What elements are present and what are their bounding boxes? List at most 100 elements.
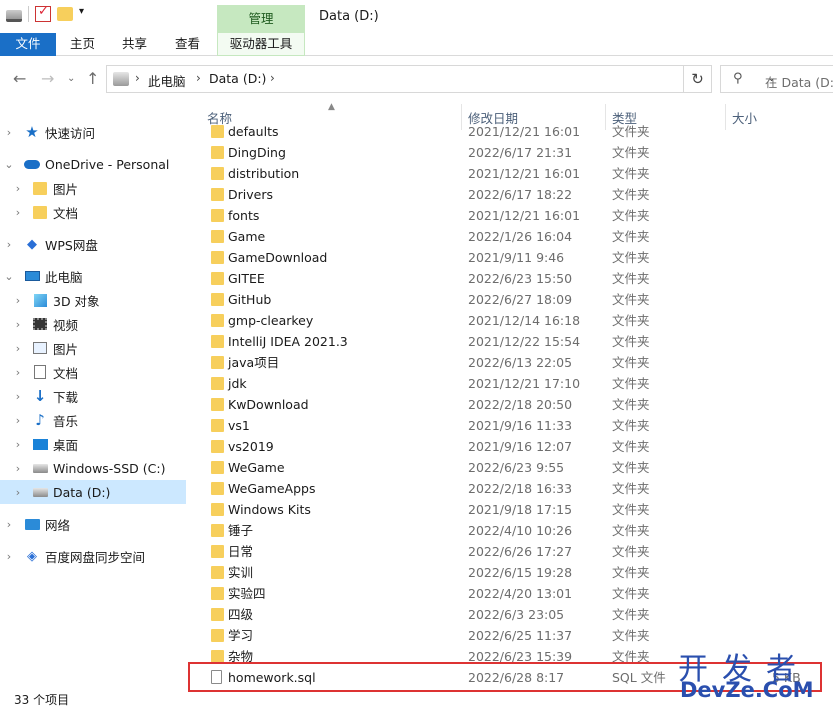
sidebar-item-onedrive-documents[interactable]: › 文档 [0, 200, 186, 224]
sidebar-item-label: 视频 [53, 317, 79, 333]
folder-row[interactable]: GameDownload 2021/9/11 9:46 文件夹 [190, 247, 833, 268]
chevron-right-icon[interactable]: › [196, 71, 201, 85]
sidebar-item-onedrive-pictures[interactable]: › 图片 [0, 176, 186, 200]
folder-row[interactable]: 学习 2022/6/25 11:37 文件夹 [190, 625, 833, 646]
folder-row[interactable]: KwDownload 2022/2/18 20:50 文件夹 [190, 394, 833, 415]
folder-row[interactable]: 实验四 2022/4/20 13:01 文件夹 [190, 583, 833, 604]
folder-row[interactable]: GITEE 2022/6/23 15:50 文件夹 [190, 268, 833, 289]
chevron-right-icon[interactable]: › [13, 294, 23, 307]
address-bar[interactable]: › 此电脑 › Data (D:) › ⌄ [106, 65, 776, 93]
sidebar-item-downloads[interactable]: › ↓ 下载 [0, 384, 186, 408]
window-title: Data (D:) [319, 9, 379, 24]
sidebar-item-quick-access[interactable]: › ★ 快速访问 [0, 120, 186, 144]
sidebar-item-label: 图片 [53, 341, 79, 357]
search-placeholder: 在 Data (D:) [765, 75, 833, 90]
sidebar-item-documents[interactable]: › 文档 [0, 360, 186, 384]
folder-icon [211, 335, 224, 348]
file-type: 文件夹 [612, 229, 650, 244]
folder-row[interactable]: Windows Kits 2021/9/18 17:15 文件夹 [190, 499, 833, 520]
file-date-modified: 2022/6/13 22:05 [468, 355, 573, 370]
sidebar-item-label: 音乐 [53, 413, 79, 429]
sidebar-item-wps-cloud[interactable]: › ◆ WPS网盘 [0, 232, 186, 256]
chevron-right-icon[interactable]: › [13, 414, 23, 427]
up-arrow-icon[interactable]: ↑ [86, 69, 99, 88]
folder-row[interactable]: jdk 2021/12/21 17:10 文件夹 [190, 373, 833, 394]
folder-row[interactable]: gmp-clearkey 2021/12/14 16:18 文件夹 [190, 310, 833, 331]
properties-icon[interactable] [35, 4, 51, 22]
file-type: 文件夹 [612, 460, 650, 475]
breadcrumb-this-pc[interactable]: 此电脑 [148, 71, 186, 90]
sidebar-item-onedrive[interactable]: ⌄ OneDrive - Personal [0, 152, 186, 176]
tab-manage[interactable]: 管理 [217, 5, 305, 33]
navigation-pane: › ★ 快速访问 ⌄ OneDrive - Personal › 图片 › 文档… [0, 102, 186, 682]
folder-row[interactable]: fonts 2021/12/21 16:01 文件夹 [190, 205, 833, 226]
back-arrow-icon[interactable]: ← [13, 69, 26, 88]
chevron-right-icon[interactable]: › [4, 238, 14, 251]
chevron-right-icon[interactable]: › [135, 71, 140, 85]
chevron-right-icon[interactable]: › [13, 390, 23, 403]
chevron-right-icon[interactable]: › [13, 462, 23, 475]
folder-icon [211, 293, 224, 306]
search-input[interactable]: ⚲ 在 Data (D:) [720, 65, 833, 93]
sidebar-item-desktop[interactable]: › 桌面 [0, 432, 186, 456]
sidebar-item-baidu-sync[interactable]: › ◈ 百度网盘同步空间 [0, 544, 186, 568]
chevron-down-icon[interactable]: ⌄ [4, 158, 14, 171]
recent-locations-chevron-icon[interactable]: ⌄ [67, 73, 75, 84]
new-folder-icon[interactable] [57, 7, 73, 21]
folder-row[interactable]: vs1 2021/9/16 11:33 文件夹 [190, 415, 833, 436]
customize-toolbar-icon[interactable]: ▾ [79, 6, 89, 22]
chevron-right-icon[interactable]: › [13, 366, 23, 379]
chevron-right-icon[interactable]: › [13, 182, 23, 195]
tab-drive-tools[interactable]: 驱动器工具 [217, 33, 305, 56]
folder-row[interactable]: java项目 2022/6/13 22:05 文件夹 [190, 352, 833, 373]
chevron-right-icon[interactable]: › [4, 518, 14, 531]
chevron-right-icon[interactable]: › [13, 438, 23, 451]
breadcrumb-data-drive[interactable]: Data (D:) [209, 71, 266, 86]
folder-row[interactable]: Game 2022/1/26 16:04 文件夹 [190, 226, 833, 247]
folder-row[interactable]: GitHub 2022/6/27 18:09 文件夹 [190, 289, 833, 310]
chevron-right-icon[interactable]: › [13, 486, 23, 499]
tab-share[interactable]: 共享 [122, 33, 147, 56]
sidebar-item-pictures[interactable]: › 图片 [0, 336, 186, 360]
folder-row[interactable]: distribution 2021/12/21 16:01 文件夹 [190, 163, 833, 184]
chevron-right-icon[interactable]: › [270, 71, 275, 85]
file-type: 文件夹 [612, 145, 650, 160]
folder-row[interactable]: Drivers 2022/6/17 18:22 文件夹 [190, 184, 833, 205]
chevron-right-icon[interactable]: › [13, 206, 23, 219]
file-list: ▲ 名称 修改日期 类型 大小 defaults 2021/12/21 16:01… [190, 102, 833, 692]
refresh-button[interactable]: ↻ [684, 65, 712, 93]
sidebar-item-network[interactable]: › 网络 [0, 512, 186, 536]
sidebar-item-this-pc[interactable]: ⌄ 此电脑 [0, 264, 186, 288]
folder-row[interactable]: 锤子 2022/4/10 10:26 文件夹 [190, 520, 833, 541]
folder-row[interactable]: vs2019 2021/9/16 12:07 文件夹 [190, 436, 833, 457]
chevron-down-icon[interactable]: ⌄ [4, 270, 14, 283]
sidebar-item-videos[interactable]: › 视频 [0, 312, 186, 336]
sidebar-item-data-drive[interactable]: › Data (D:) [0, 480, 186, 504]
file-date-modified: 2021/12/21 16:01 [468, 208, 581, 223]
file-date-modified: 2022/6/27 18:09 [468, 292, 573, 307]
file-date-modified: 2022/6/15 19:28 [468, 565, 573, 580]
folder-row[interactable]: WeGame 2022/6/23 9:55 文件夹 [190, 457, 833, 478]
file-name: vs1 [228, 418, 250, 433]
folder-row[interactable]: 日常 2022/6/26 17:27 文件夹 [190, 541, 833, 562]
file-date-modified: 2022/1/26 16:04 [468, 229, 573, 244]
sidebar-item-3d-objects[interactable]: › 3D 对象 [0, 288, 186, 312]
sidebar-item-music[interactable]: › ♪ 音乐 [0, 408, 186, 432]
chevron-right-icon[interactable]: › [13, 342, 23, 355]
chevron-right-icon[interactable]: › [4, 550, 14, 563]
tab-home[interactable]: 主页 [70, 33, 95, 56]
sidebar-item-label: 文档 [53, 365, 79, 381]
tab-file[interactable]: 文件 [0, 33, 56, 56]
folder-row[interactable]: DingDing 2022/6/17 21:31 文件夹 [190, 142, 833, 163]
folder-row[interactable]: IntelliJ IDEA 2021.3 2021/12/22 15:54 文件夹 [190, 331, 833, 352]
tab-view[interactable]: 查看 [175, 33, 200, 56]
baidu-sync-icon: ◈ [27, 548, 37, 564]
chevron-right-icon[interactable]: › [13, 318, 23, 331]
folder-row[interactable]: 四级 2022/6/3 23:05 文件夹 [190, 604, 833, 625]
folder-row[interactable]: WeGameApps 2022/2/18 16:33 文件夹 [190, 478, 833, 499]
forward-arrow-icon[interactable]: → [41, 69, 54, 88]
folder-row[interactable]: 实训 2022/6/15 19:28 文件夹 [190, 562, 833, 583]
chevron-right-icon[interactable]: › [4, 126, 14, 139]
folder-row[interactable]: defaults 2021/12/21 16:01 文件夹 [190, 121, 833, 142]
sidebar-item-windows-ssd[interactable]: › Windows-SSD (C:) [0, 456, 186, 480]
